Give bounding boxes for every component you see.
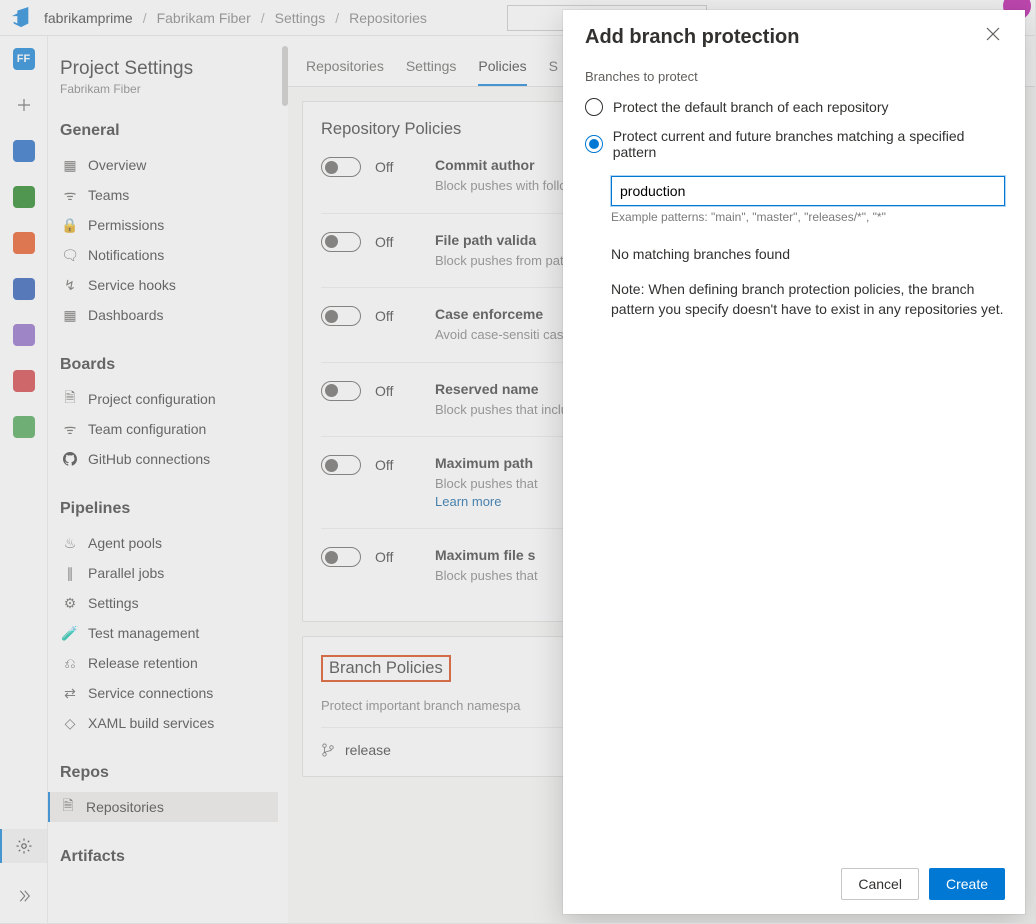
radio-icon — [585, 98, 603, 116]
chat-icon: 🗨 — [62, 247, 78, 264]
github-icon — [62, 452, 78, 466]
settings-title: Project Settings — [60, 58, 288, 80]
settings-nav: Project Settings Fabrikam Fiber General … — [48, 36, 288, 923]
nav-teams[interactable]: ᯤTeams — [60, 180, 288, 210]
repo-icon: 🗎 — [60, 795, 76, 819]
rail-project-settings-icon[interactable] — [0, 829, 47, 863]
rail-pipelines-icon[interactable] — [11, 276, 37, 302]
gear-icon: ᯤ — [62, 420, 78, 439]
radio-default-branch[interactable]: Protect the default branch of each repos… — [585, 98, 1005, 116]
branch-icon — [321, 743, 335, 757]
tab-security-truncated[interactable]: S — [549, 58, 558, 86]
branch-row-label: release — [345, 742, 391, 758]
add-branch-protection-dialog: Add branch protection Branches to protec… — [563, 10, 1025, 914]
no-match-message: No matching branches found — [611, 246, 1005, 262]
retention-icon: ⎌ — [62, 655, 78, 672]
toggle-maxfile[interactable] — [321, 547, 361, 567]
nav-pipelines-settings[interactable]: ⚙Settings — [60, 588, 288, 618]
nav-xaml-build[interactable]: ◇XAML build services — [60, 708, 288, 738]
toggle-file-path[interactable] — [321, 232, 361, 252]
nav-team-config[interactable]: ᯤTeam configuration — [60, 414, 288, 444]
branch-note: Note: When defining branch protection po… — [611, 280, 1005, 319]
rail-extensions-icon[interactable] — [11, 414, 37, 440]
nav-service-connections[interactable]: ⇄Service connections — [60, 678, 288, 708]
rail-repos-icon[interactable] — [11, 230, 37, 256]
nav-release-retention[interactable]: ⎌Release retention — [60, 648, 288, 678]
rail-artifacts-icon[interactable] — [11, 368, 37, 394]
cancel-button[interactable]: Cancel — [841, 868, 919, 900]
create-button[interactable]: Create — [929, 868, 1005, 900]
rail-testplans-icon[interactable] — [11, 322, 37, 348]
dialog-title: Add branch protection — [585, 26, 799, 49]
nav-test-management[interactable]: 🧪Test management — [60, 618, 288, 648]
branch-policies-heading: Branch Policies — [321, 655, 451, 682]
toggle-maxpath[interactable] — [321, 455, 361, 475]
pool-icon: ♨ — [62, 535, 78, 552]
rail-project-tile[interactable]: FF — [11, 46, 37, 72]
breadcrumb-settings[interactable]: Settings — [275, 10, 326, 26]
toggle-reserved[interactable] — [321, 381, 361, 401]
nav-section-boards: Boards — [60, 356, 288, 374]
rail-expand-icon[interactable] — [11, 883, 37, 909]
rail-boards-icon[interactable] — [11, 184, 37, 210]
nav-github-connections[interactable]: GitHub connections — [60, 444, 288, 474]
nav-repositories[interactable]: 🗎Repositories — [48, 792, 278, 822]
nav-overview[interactable]: ▦Overview — [60, 150, 288, 180]
dialog-close-button[interactable] — [985, 26, 1005, 46]
overview-icon: ▦ — [62, 157, 78, 174]
doc-icon: 🗎 — [62, 387, 78, 411]
maxpath-learnmore-link[interactable]: Learn more — [435, 494, 501, 509]
hook-icon: ↯ — [62, 277, 78, 294]
nav-service-hooks[interactable]: ↯Service hooks — [60, 270, 288, 300]
nav-dashboards[interactable]: ▦Dashboards — [60, 300, 288, 330]
radio-pattern-branch[interactable]: Protect current and future branches matc… — [585, 128, 1005, 160]
left-rail: FF — [0, 36, 48, 923]
tab-settings[interactable]: Settings — [406, 58, 457, 86]
breadcrumb-repositories[interactable]: Repositories — [349, 10, 427, 26]
teams-icon: ᯤ — [62, 186, 78, 205]
pattern-hint: Example patterns: "main", "master", "rel… — [611, 210, 1005, 224]
nav-parallel-jobs[interactable]: ∥Parallel jobs — [60, 558, 288, 588]
lock-icon: 🔒 — [62, 217, 78, 234]
radio-icon — [585, 135, 603, 153]
breadcrumb-org[interactable]: fabrikamprime — [44, 10, 133, 26]
nav-section-artifacts: Artifacts — [60, 848, 288, 866]
nav-project-config[interactable]: 🗎Project configuration — [60, 384, 288, 414]
nav-section-general: General — [60, 122, 288, 140]
rail-plus-icon[interactable] — [11, 92, 37, 118]
flask-icon: 🧪 — [62, 625, 78, 642]
tab-repositories[interactable]: Repositories — [306, 58, 384, 86]
nav-agent-pools[interactable]: ♨Agent pools — [60, 528, 288, 558]
rail-dashboards-icon[interactable] — [11, 138, 37, 164]
connect-icon: ⇄ — [62, 685, 78, 702]
xaml-icon: ◇ — [62, 715, 78, 732]
nav-notifications[interactable]: 🗨Notifications — [60, 240, 288, 270]
gear-icon: ⚙ — [62, 595, 78, 612]
nav-section-repos: Repos — [60, 764, 288, 782]
azure-devops-logo-icon[interactable] — [10, 7, 32, 29]
branch-pattern-input[interactable] — [611, 176, 1005, 206]
dash-icon: ▦ — [62, 307, 78, 324]
breadcrumb-project[interactable]: Fabrikam Fiber — [157, 10, 251, 26]
nav-section-pipelines: Pipelines — [60, 500, 288, 518]
settings-subtitle: Fabrikam Fiber — [60, 82, 288, 96]
tab-policies[interactable]: Policies — [478, 58, 526, 86]
parallel-icon: ∥ — [62, 565, 78, 582]
branches-to-protect-label: Branches to protect — [585, 69, 1005, 84]
toggle-case[interactable] — [321, 306, 361, 326]
nav-permissions[interactable]: 🔒Permissions — [60, 210, 288, 240]
toggle-commit-author[interactable] — [321, 157, 361, 177]
